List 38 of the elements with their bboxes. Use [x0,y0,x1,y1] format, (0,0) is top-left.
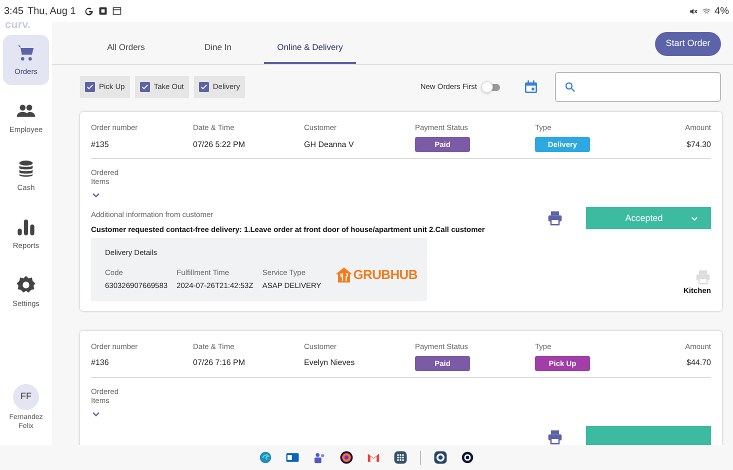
clock-time: 3:45 [4,4,24,18]
field-value: 07/26 5:22 PM [193,138,246,151]
mute-icon [688,6,698,16]
printer-icon[interactable] [547,428,563,445]
g-letter-icon [84,6,94,16]
app-grid-icon[interactable] [393,450,408,465]
wifi-icon [702,6,711,16]
search-field[interactable] [555,72,721,102]
field-value: GH Deanna V [304,138,355,151]
checkbox[interactable] [140,82,150,92]
search-icon [564,81,576,93]
field-value: $74.30 [686,138,711,151]
field-value: #136 [91,357,110,370]
tab[interactable]: All Orders [80,32,172,64]
calendar-icon [523,79,539,95]
tab[interactable]: Online & Delivery [264,32,356,64]
ring-icon[interactable] [460,450,475,465]
people-icon[interactable] [312,450,327,465]
checkbox[interactable] [198,82,209,92]
status-date: Thu, Aug 1 [27,4,76,18]
start-order-button[interactable]: Start Order [655,32,721,56]
sort-toggle[interactable] [481,81,501,93]
cart-icon [16,42,36,63]
window-icon [112,6,122,16]
checkbox[interactable] [85,82,95,92]
user-avatar[interactable]: FF [13,384,39,410]
field-value: #135 [91,138,110,151]
house-fork-icon [335,266,354,284]
field-value: 07/26 7:16 PM [193,357,246,370]
field-value: $44.70 [686,357,711,370]
battery-level: 4% [714,4,729,18]
field-value: Evelyn Nieves [304,357,356,370]
bar-chart-icon [16,216,36,237]
tab[interactable]: Dine In [172,32,264,64]
wave-logo-icon[interactable] [258,450,273,465]
printer-icon[interactable] [547,210,563,226]
partner-logo: GRUBHUB [353,266,418,284]
printer-icon [695,269,711,286]
